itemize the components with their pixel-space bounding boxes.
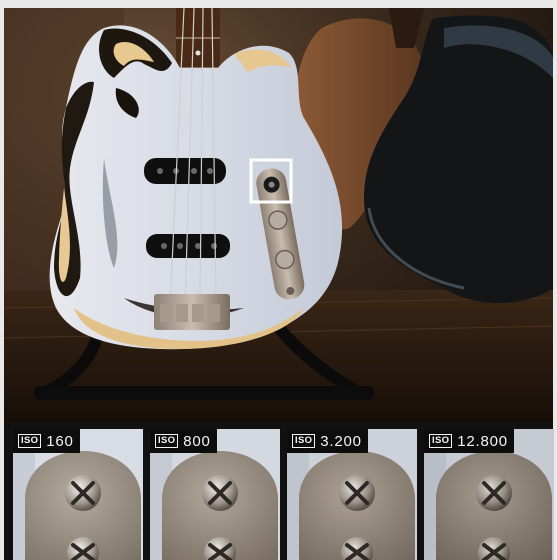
main-photo bbox=[4, 8, 553, 422]
iso-crop-panel: ISO 12.800 bbox=[424, 429, 554, 560]
iso-badge: ISO 800 bbox=[150, 429, 217, 453]
iso-label: ISO bbox=[292, 434, 316, 448]
iso-crop-panel: ISO 3.200 bbox=[287, 429, 417, 560]
iso-value: 800 bbox=[183, 432, 211, 450]
iso-badge: ISO 12.800 bbox=[424, 429, 514, 453]
iso-crop-panel: ISO 800 bbox=[150, 429, 280, 560]
iso-label: ISO bbox=[155, 434, 179, 448]
iso-badge: ISO 160 bbox=[13, 429, 80, 453]
iso-value: 12.800 bbox=[457, 432, 508, 450]
bass-guitar-photo bbox=[4, 8, 553, 422]
iso-label: ISO bbox=[429, 434, 453, 448]
iso-comparison-strip: ISO 160 ISO 800 ISO 3.200 ISO 12.800 bbox=[4, 422, 554, 560]
iso-crop-panel: ISO 160 bbox=[13, 429, 143, 560]
iso-value: 160 bbox=[46, 432, 74, 450]
iso-label: ISO bbox=[18, 434, 42, 448]
iso-badge: ISO 3.200 bbox=[287, 429, 368, 453]
iso-value: 3.200 bbox=[320, 432, 362, 450]
photo-comparison: ISO 160 ISO 800 ISO 3.200 ISO 12.800 bbox=[0, 0, 557, 560]
